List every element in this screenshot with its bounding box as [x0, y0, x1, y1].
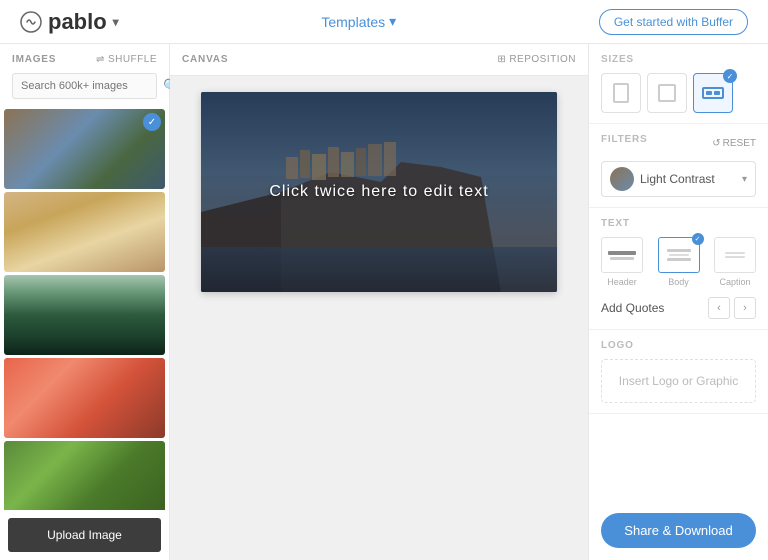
- logo-text: pablo: [48, 9, 107, 35]
- reset-button[interactable]: ↺ RESET: [712, 138, 756, 149]
- text-header-label: Header: [607, 277, 637, 287]
- landscape-half-right: [714, 91, 720, 95]
- right-panel: SIZES ✓ FILTERS: [588, 44, 768, 560]
- text-caption-label: Caption: [719, 277, 750, 287]
- sizes-row: ✓: [601, 73, 756, 113]
- body-line1: [667, 249, 691, 252]
- list-item[interactable]: ✓: [4, 109, 165, 189]
- body-line3: [667, 258, 691, 261]
- filters-header: FILTERS ↺ RESET: [601, 134, 756, 153]
- size-square-button[interactable]: [647, 73, 687, 113]
- logo-insert-label: Insert Logo or Graphic: [619, 374, 738, 388]
- image-flowers: [4, 358, 165, 438]
- landscape-half-left: [706, 91, 712, 95]
- list-item[interactable]: [4, 358, 165, 438]
- filter-preview: [610, 167, 634, 191]
- image-grid: ✓: [0, 105, 169, 510]
- sizes-section: SIZES ✓: [589, 44, 768, 124]
- upload-image-button[interactable]: Upload Image: [8, 518, 161, 552]
- filters-section: FILTERS ↺ RESET Light Contrast ▾: [589, 124, 768, 208]
- reposition-button[interactable]: ⊞ REPOSITION: [497, 54, 576, 65]
- logo-insert-area[interactable]: Insert Logo or Graphic: [601, 359, 756, 403]
- image-village: [4, 109, 165, 189]
- images-sidebar: IMAGES ⇌ SHUFFLE 🔍 ✓: [0, 44, 170, 560]
- logo[interactable]: pablo ▾: [20, 9, 119, 35]
- portrait-icon: [613, 83, 629, 103]
- image-green: [4, 441, 165, 510]
- add-quotes-row: Add Quotes ‹ ›: [601, 297, 756, 319]
- logo-label: LOGO: [601, 340, 756, 351]
- search-input[interactable]: [21, 80, 163, 92]
- filters-label: FILTERS: [601, 134, 648, 145]
- shuffle-icon: ⇌: [96, 54, 105, 65]
- square-icon: [658, 84, 676, 102]
- logo-icon: [20, 11, 42, 33]
- caption-line1: [725, 252, 745, 254]
- list-item[interactable]: [4, 275, 165, 355]
- get-started-button[interactable]: Get started with Buffer: [599, 9, 748, 35]
- reset-icon: ↺: [712, 138, 720, 149]
- size-check-icon: ✓: [723, 69, 737, 83]
- filter-chevron-icon: ▾: [742, 174, 747, 185]
- canvas-label: CANVAS: [182, 54, 228, 65]
- share-download-button[interactable]: Share & Download: [601, 513, 756, 548]
- header-line: [608, 251, 636, 255]
- shuffle-button[interactable]: ⇌ SHUFFLE: [96, 54, 157, 65]
- text-body-option[interactable]: ✓ Body: [658, 237, 700, 287]
- text-body-label: Body: [668, 277, 689, 287]
- sidebar-title-row: IMAGES ⇌ SHUFFLE: [12, 54, 157, 65]
- list-item[interactable]: [4, 441, 165, 510]
- app-header: pablo ▾ Templates ▾ Get started with Buf…: [0, 0, 768, 44]
- text-caption-option[interactable]: Caption: [714, 237, 756, 287]
- text-body-preview: ✓: [658, 237, 700, 273]
- text-section: TEXT Header ✓ Body: [589, 208, 768, 330]
- share-area: Share & Download: [589, 501, 768, 560]
- text-label: TEXT: [601, 218, 756, 229]
- canvas-content: Click twice here to edit text: [170, 76, 588, 560]
- text-options: Header ✓ Body Caption: [601, 237, 756, 287]
- logo-chevron-icon: ▾: [113, 15, 119, 29]
- canvas-area: CANVAS ⊞ REPOSITION: [170, 44, 588, 560]
- text-caption-preview: [714, 237, 756, 273]
- text-header-preview: [601, 237, 643, 273]
- search-box[interactable]: 🔍: [12, 73, 157, 99]
- reposition-icon: ⊞: [497, 54, 506, 65]
- sizes-label: SIZES: [601, 54, 756, 65]
- templates-nav[interactable]: Templates ▾: [321, 13, 396, 30]
- filter-select[interactable]: Light Contrast ▾: [601, 161, 756, 197]
- logo-section: LOGO Insert Logo or Graphic: [589, 330, 768, 414]
- size-landscape-button[interactable]: ✓: [693, 73, 733, 113]
- body-check-icon: ✓: [692, 233, 704, 245]
- sidebar-header: IMAGES ⇌ SHUFFLE 🔍: [0, 44, 169, 105]
- canvas-toolbar: CANVAS ⊞ REPOSITION: [170, 44, 588, 76]
- size-portrait-button[interactable]: [601, 73, 641, 113]
- header-subline: [610, 257, 634, 260]
- list-item[interactable]: [4, 192, 165, 272]
- add-quotes-label: Add Quotes: [601, 301, 664, 315]
- image-forest: [4, 275, 165, 355]
- image-wheat: [4, 192, 165, 272]
- selected-check-icon: ✓: [143, 113, 161, 131]
- landscape-icon: [702, 87, 724, 99]
- main-layout: IMAGES ⇌ SHUFFLE 🔍 ✓: [0, 44, 768, 560]
- body-line2: [669, 254, 689, 256]
- quotes-nav: ‹ ›: [708, 297, 756, 319]
- filter-name: Light Contrast: [640, 172, 736, 186]
- quotes-prev-button[interactable]: ‹: [708, 297, 730, 319]
- canvas-background: Click twice here to edit text: [201, 92, 557, 292]
- canvas-frame[interactable]: Click twice here to edit text: [201, 92, 557, 292]
- templates-chevron-icon: ▾: [389, 13, 396, 30]
- templates-label: Templates: [321, 14, 385, 30]
- canvas-edit-text[interactable]: Click twice here to edit text: [269, 183, 488, 201]
- quotes-next-button[interactable]: ›: [734, 297, 756, 319]
- text-header-option[interactable]: Header: [601, 237, 643, 287]
- images-label: IMAGES: [12, 54, 56, 65]
- caption-line2: [725, 256, 745, 258]
